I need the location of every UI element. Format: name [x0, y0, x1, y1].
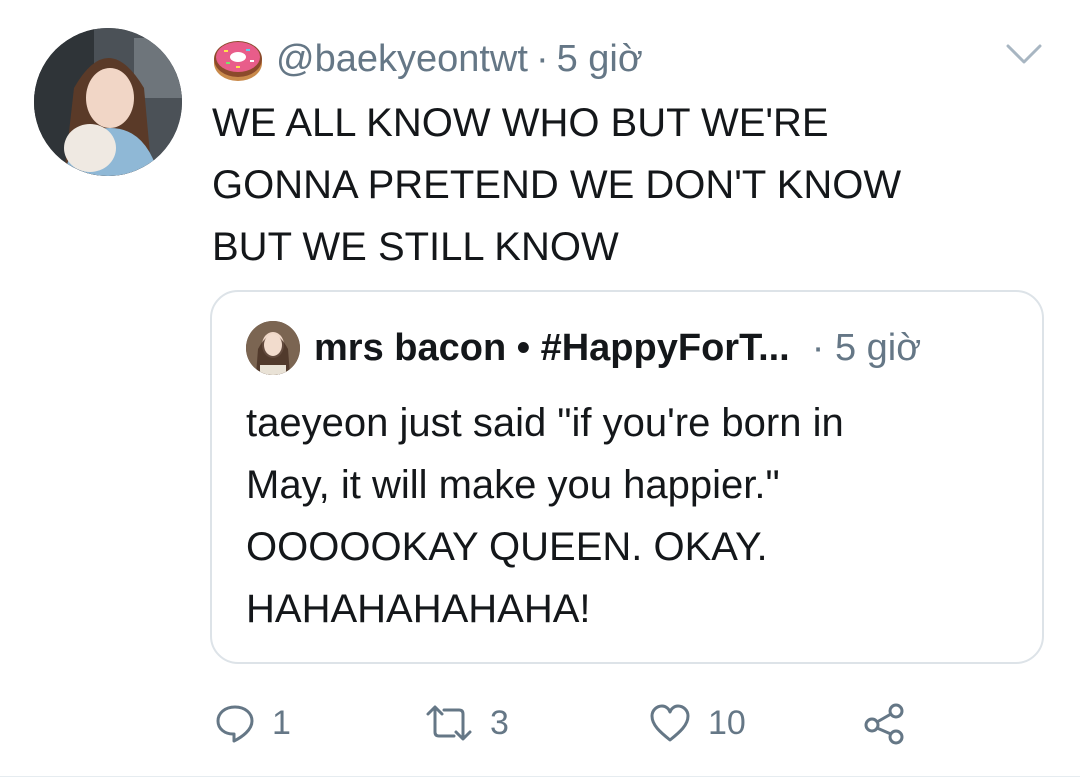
divider — [0, 776, 1080, 777]
header-separator: · — [535, 37, 549, 80]
quoted-author-name[interactable]: mrs bacon • #HappyForT... — [314, 327, 790, 370]
tweet-actions: 1 3 10 — [0, 700, 1080, 746]
heart-icon — [650, 704, 690, 742]
like-button[interactable]: 10 — [648, 700, 746, 746]
author-handle[interactable]: @baekyeontwt — [276, 38, 528, 81]
tweet-header: @baekyeontwt · 5 giờ — [212, 32, 643, 86]
quoted-tweet-card[interactable]: mrs bacon • #HappyForT... · 5 giờ taeyeo… — [210, 290, 1044, 664]
reply-count: 1 — [272, 703, 291, 742]
donut-icon — [214, 41, 262, 81]
reply-icon — [216, 705, 254, 743]
quoted-avatar-photo — [246, 321, 300, 375]
author-avatar[interactable] — [34, 28, 182, 176]
share-button[interactable] — [862, 700, 922, 746]
share-icon — [864, 703, 904, 745]
quoted-time-text: 5 giờ — [834, 326, 922, 369]
like-count: 10 — [708, 703, 746, 742]
retweet-count: 3 — [490, 703, 509, 742]
retweet-icon — [426, 705, 472, 741]
quoted-tweet-timestamp: · 5 giờ — [812, 327, 921, 370]
retweet-button[interactable]: 3 — [424, 700, 509, 746]
avatar-photo — [34, 28, 182, 176]
tweet-text: WE ALL KNOW WHO BUT WE'RE GONNA PRETEND … — [212, 101, 902, 269]
quoted-tweet-text: taeyeon just said "if you're born in May… — [246, 401, 844, 631]
quoted-tweet-header: mrs bacon • #HappyForT... · 5 giờ — [246, 320, 921, 376]
reply-button[interactable]: 1 — [214, 700, 291, 746]
quoted-separator: · — [811, 326, 825, 369]
chevron-down-icon[interactable] — [1002, 40, 1046, 68]
quoted-author-avatar — [246, 321, 300, 375]
tweet-timestamp[interactable]: 5 giờ — [557, 38, 643, 81]
